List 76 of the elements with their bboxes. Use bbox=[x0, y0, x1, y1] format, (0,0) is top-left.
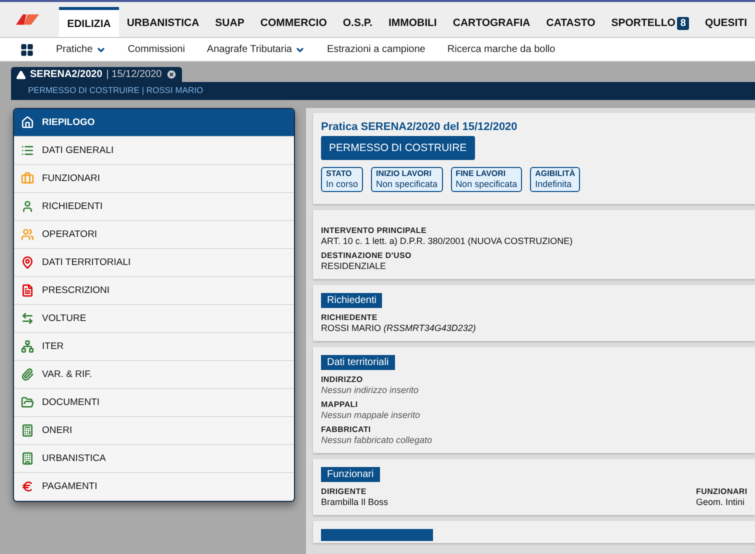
section-heading: Richiedenti bbox=[321, 293, 382, 308]
sidebar-item[interactable]: VAR. & RIF. bbox=[14, 361, 294, 389]
sidebar-item[interactable]: DOCUMENTI bbox=[14, 389, 294, 417]
field-value: RESIDENZIALE bbox=[321, 261, 388, 272]
sidebar-item[interactable]: OPERATORI bbox=[14, 221, 294, 249]
nav-tab[interactable]: URBANISTICA bbox=[118, 9, 208, 37]
menu-link[interactable]: Estrazioni a campione bbox=[326, 44, 426, 55]
sidebar-item[interactable]: VOLTURE bbox=[14, 305, 294, 333]
nav-tab[interactable]: COMMERCIO bbox=[252, 9, 335, 37]
nav-tab[interactable]: CATASTO bbox=[538, 9, 604, 37]
paperclip-icon bbox=[21, 368, 34, 381]
field-value: ART. 10 c. 1 lett. a) D.P.R. 380/2001 (NUOVA COSTRUZIONE) bbox=[321, 236, 574, 246]
grid-icon[interactable] bbox=[20, 42, 34, 56]
field-label: FABBRICATI bbox=[321, 425, 372, 434]
type-button[interactable]: PERMESSO DI COSTRUIRE bbox=[321, 136, 475, 160]
sidebar-item[interactable]: ITER bbox=[14, 333, 294, 361]
building-icon bbox=[21, 452, 34, 465]
menu-link[interactable]: Commissioni bbox=[128, 44, 185, 55]
menu-link[interactable]: Anagrafe Tributaria bbox=[206, 44, 305, 55]
nav-tab[interactable]: EDILIZIA bbox=[59, 7, 119, 37]
triangle-icon bbox=[16, 70, 26, 80]
close-icon[interactable] bbox=[166, 69, 177, 80]
list-icon bbox=[21, 144, 34, 157]
field-label: INTERVENTO PRINCIPALE bbox=[321, 226, 428, 236]
sidebar-item[interactable]: ONERI bbox=[14, 417, 294, 445]
section-heading: Funzionari bbox=[321, 467, 380, 482]
field-label: INDIRIZZO bbox=[321, 375, 364, 384]
field-value: ROSSI MARIO (RSSMRT34G43D232) bbox=[321, 323, 477, 334]
field-label: MAPPALI bbox=[321, 400, 359, 410]
field-label: DESTINAZIONE D'USO bbox=[321, 251, 412, 260]
field-label: DIRIGENTE bbox=[321, 487, 368, 496]
nav-tab[interactable]: CARTOGRAFIA bbox=[444, 9, 538, 37]
field-value: Geom. Intini bbox=[696, 497, 746, 508]
sidebar-item[interactable]: DATI GENERALI bbox=[14, 137, 294, 165]
document-tab[interactable]: SERENA2/2020 | 15/12/2020 bbox=[11, 67, 182, 82]
nav-tab[interactable]: SUAP bbox=[207, 9, 252, 37]
field-label: FUNZIONARI bbox=[696, 487, 748, 496]
document-icon bbox=[21, 284, 34, 297]
menu-link[interactable]: Ricerca marche da bollo bbox=[447, 44, 556, 55]
field-value: Nessun mappale inserito bbox=[321, 410, 422, 420]
sidebar-item[interactable]: RIEPILOGO bbox=[14, 109, 294, 137]
sidebar-item[interactable]: RICHIEDENTI bbox=[14, 193, 294, 221]
folder-icon bbox=[21, 396, 34, 409]
status-badge: FINE LAVORI Non specificata bbox=[450, 167, 522, 192]
nav-tab[interactable]: SPORTELLO 8 bbox=[603, 9, 697, 37]
field-value: Nessun fabbricato collegato bbox=[321, 435, 434, 446]
document-date: | 15/12/2020 bbox=[106, 69, 162, 80]
arrows-icon bbox=[21, 312, 34, 325]
document-subtitle: PERMESSO DI COSTRUIRE | ROSSI MARIO bbox=[11, 82, 755, 100]
nav-tab[interactable]: QUESITI bbox=[696, 9, 755, 37]
home-icon bbox=[21, 116, 34, 129]
field-value: Brambilla Il Boss bbox=[321, 497, 390, 508]
nav-tab[interactable]: IMMOBILI bbox=[380, 9, 445, 37]
sidebar-item[interactable]: PAGAMENTI bbox=[14, 473, 294, 501]
map-pin-icon bbox=[21, 256, 34, 269]
status-badge: STATO In corso bbox=[321, 167, 364, 192]
sidebar-item[interactable]: URBANISTICA bbox=[14, 445, 294, 473]
user-icon bbox=[21, 200, 34, 213]
status-badge: AGIBILITÀ Indefinita bbox=[530, 167, 580, 192]
sidebar-item[interactable]: PRESCRIZIONI bbox=[14, 277, 294, 305]
practice-title: Pratica SERENA2/2020 del 15/12/2020 bbox=[321, 121, 518, 133]
sidebar-item[interactable]: FUNZIONARI bbox=[14, 165, 294, 193]
euro-icon bbox=[21, 480, 34, 493]
count-badge: 8 bbox=[677, 16, 689, 30]
field-value: Nessun indirizzo inserito bbox=[321, 385, 420, 396]
calculator-icon bbox=[21, 424, 34, 437]
briefcase-icon bbox=[21, 172, 34, 185]
document-code: SERENA2/2020 bbox=[30, 69, 102, 80]
status-badge: INIZIO LAVORI Non specificata bbox=[371, 167, 443, 192]
menu-link[interactable]: Pratiche bbox=[56, 44, 106, 55]
hierarchy-icon bbox=[21, 340, 34, 353]
nav-tab[interactable]: O.S.P. bbox=[334, 9, 380, 37]
section-heading: Dati territoriali bbox=[321, 355, 395, 370]
sidebar-item[interactable]: DATI TERRITORIALI bbox=[14, 249, 294, 277]
field-label: RICHIEDENTE bbox=[321, 313, 378, 322]
users-icon bbox=[21, 228, 34, 241]
